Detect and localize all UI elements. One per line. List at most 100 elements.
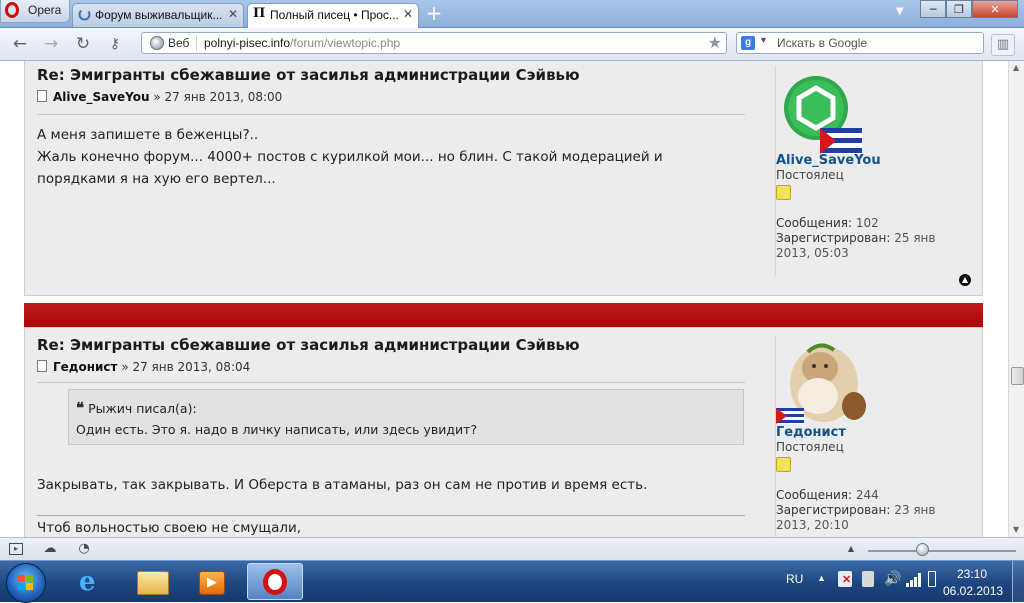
- profile-rank: Постоялец: [776, 440, 844, 454]
- globe-icon: [150, 36, 164, 50]
- panels-toggle-icon[interactable]: ▸: [9, 543, 23, 555]
- back-button[interactable]: ←: [9, 33, 31, 55]
- battery-icon[interactable]: [928, 571, 936, 587]
- registered-value: 25 янв: [890, 231, 936, 245]
- close-window-button[interactable]: ✕: [972, 0, 1018, 18]
- window-controls: ─ ❐ ✕: [893, 0, 1024, 20]
- close-tab-icon[interactable]: ✕: [228, 7, 238, 21]
- restore-button[interactable]: ❐: [946, 0, 972, 18]
- scroll-up-icon[interactable]: ▲: [1013, 63, 1019, 72]
- back-arrow-icon: ←: [12, 34, 28, 54]
- post-line: порядками я на хую его вертел...: [37, 171, 276, 187]
- tab-title: Форум выживальщик...: [95, 8, 223, 22]
- url-path: /forum/viewtopic.php: [290, 36, 401, 50]
- panel-toggle-button[interactable]: ▥: [991, 34, 1015, 56]
- taskbar-media-player[interactable]: ▶: [183, 563, 239, 600]
- registered-value: 23 янв: [890, 503, 936, 517]
- tab-polnyi-pisec[interactable]: П Полный писец • Прос... ✕: [247, 3, 419, 28]
- post-document-icon[interactable]: [37, 90, 47, 102]
- scroll-thumb[interactable]: [1011, 367, 1024, 385]
- language-indicator[interactable]: RU: [786, 572, 803, 586]
- post-signature: Чтоб вольностью своею не смущали,: [37, 520, 302, 536]
- start-button[interactable]: [6, 563, 46, 603]
- search-placeholder: Искать в Google: [777, 36, 868, 50]
- messages-value[interactable]: 244: [852, 488, 879, 502]
- post-author[interactable]: Гедонист: [53, 360, 118, 374]
- quote-block: ❝ Рыжич писал(а): Один есть. Это я. надо…: [68, 389, 744, 445]
- internet-explorer-icon: e: [79, 567, 96, 597]
- profile-name[interactable]: Alive_SaveYou: [776, 153, 881, 168]
- minimize-icon: ─: [929, 3, 937, 16]
- taskbar-opera[interactable]: [247, 563, 303, 600]
- folder-icon: [137, 571, 169, 595]
- tab-forum-survival[interactable]: Форум выживальщик... ✕: [72, 3, 244, 27]
- profile-rank: Постоялец: [776, 168, 844, 182]
- registered-value-time: 2013, 05:03: [776, 246, 849, 260]
- windows-taskbar: e ▶ RU ▲ ✕ 🔊 23:10 06.02.2013: [0, 560, 1024, 603]
- action-center-flag-icon[interactable]: ✕: [838, 571, 852, 587]
- back-to-top-icon[interactable]: ▲: [959, 274, 971, 286]
- volume-icon[interactable]: 🔊: [884, 570, 901, 587]
- post-date: » 27 янв 2013, 08:04: [117, 360, 251, 374]
- avatar[interactable]: [776, 338, 874, 426]
- site-info-badge[interactable]: Веб: [144, 35, 197, 51]
- new-tab-button[interactable]: +: [424, 3, 444, 24]
- post-title[interactable]: Re: Эмигранты сбежавшие от засилья админ…: [37, 336, 749, 354]
- reload-icon: ↻: [75, 34, 91, 54]
- forward-button[interactable]: →: [40, 33, 62, 55]
- post-document-icon[interactable]: [37, 360, 47, 372]
- avatar[interactable]: [776, 68, 864, 156]
- close-tab-icon[interactable]: ✕: [403, 7, 413, 21]
- chevron-down-icon[interactable]: ▼: [759, 35, 768, 45]
- bookmark-star-icon[interactable]: ★: [708, 33, 722, 53]
- site-favicon-icon: П: [253, 6, 266, 21]
- quote-author: Рыжич писал(а):: [88, 401, 197, 416]
- author-profile: Гедонист Постоялец Сообщения: 244 Зареги…: [775, 336, 976, 537]
- speed-dial-icon[interactable]: ◔: [76, 542, 92, 556]
- url-text: polnyi-pisec.info/forum/viewtopic.php: [204, 36, 400, 50]
- show-hidden-icons-icon[interactable]: ▲: [817, 573, 826, 583]
- zoom-menu-icon[interactable]: ▲: [843, 542, 859, 556]
- opera-icon: [263, 569, 287, 595]
- post-author[interactable]: Alive_SaveYou: [53, 90, 150, 104]
- minimize-button[interactable]: ─: [920, 0, 946, 18]
- tab-bar: Opera Форум выживальщик... ✕ П Полный пи…: [0, 0, 1024, 28]
- scroll-down-icon[interactable]: ▼: [1013, 525, 1019, 534]
- taskbar-explorer[interactable]: [123, 563, 179, 600]
- post-line: Закрывать, так закрывать. И Оберста в ат…: [37, 477, 648, 493]
- zoom-slider-knob[interactable]: [916, 543, 929, 556]
- unite-cloud-icon[interactable]: ☁: [42, 542, 58, 556]
- taskbar-internet-explorer[interactable]: e: [63, 563, 119, 600]
- profile-name[interactable]: Гедонист: [776, 425, 846, 440]
- forum-post: Re: Эмигранты сбежавшие от засилья админ…: [24, 327, 983, 537]
- show-desktop-button[interactable]: [1012, 561, 1024, 602]
- messages-value[interactable]: 102: [852, 216, 879, 230]
- zoom-slider-track[interactable]: [868, 550, 1016, 552]
- registered-label: Зарегистрирован:: [776, 503, 891, 517]
- divider: [37, 114, 745, 115]
- post-line: Жаль конечно форум... 4000+ постов с кур…: [37, 149, 663, 165]
- messages-label: Сообщения:: [776, 216, 853, 230]
- search-field[interactable]: g ▼ Искать в Google: [736, 32, 984, 54]
- clock-time[interactable]: 23:10: [957, 567, 987, 581]
- clock-date[interactable]: 06.02.2013: [943, 584, 1003, 598]
- registered-value-time: 2013, 20:10: [776, 518, 849, 532]
- vertical-scrollbar[interactable]: ▲ ▼: [1008, 61, 1024, 537]
- profile-stats: Сообщения: 244 Зарегистрирован: 23 янв 2…: [776, 488, 966, 533]
- windows-logo-icon: [18, 575, 33, 590]
- post-meta: Гедонист » 27 янв 2013, 08:04: [37, 360, 749, 374]
- network-signal-icon[interactable]: [906, 573, 922, 587]
- address-field[interactable]: Веб polnyi-pisec.info/forum/viewtopic.ph…: [141, 32, 727, 54]
- opera-menu-button[interactable]: Opera: [0, 0, 70, 23]
- wand-button[interactable]: ⚷: [104, 33, 126, 55]
- registered-label: Зарегистрирован:: [776, 231, 891, 245]
- usb-device-icon[interactable]: [862, 571, 874, 587]
- post-title[interactable]: Re: Эмигранты сбежавшие от засилья админ…: [37, 66, 749, 84]
- quote-header: ❝ Рыжич писал(а):: [76, 399, 197, 417]
- reload-button[interactable]: ↻: [72, 33, 94, 55]
- media-player-icon: ▶: [199, 571, 225, 595]
- tab-title: Полный писец • Прос...: [270, 8, 398, 22]
- key-icon: ⚷: [109, 36, 121, 52]
- panel-icon: ▥: [996, 37, 1010, 52]
- forward-arrow-icon: →: [43, 34, 59, 54]
